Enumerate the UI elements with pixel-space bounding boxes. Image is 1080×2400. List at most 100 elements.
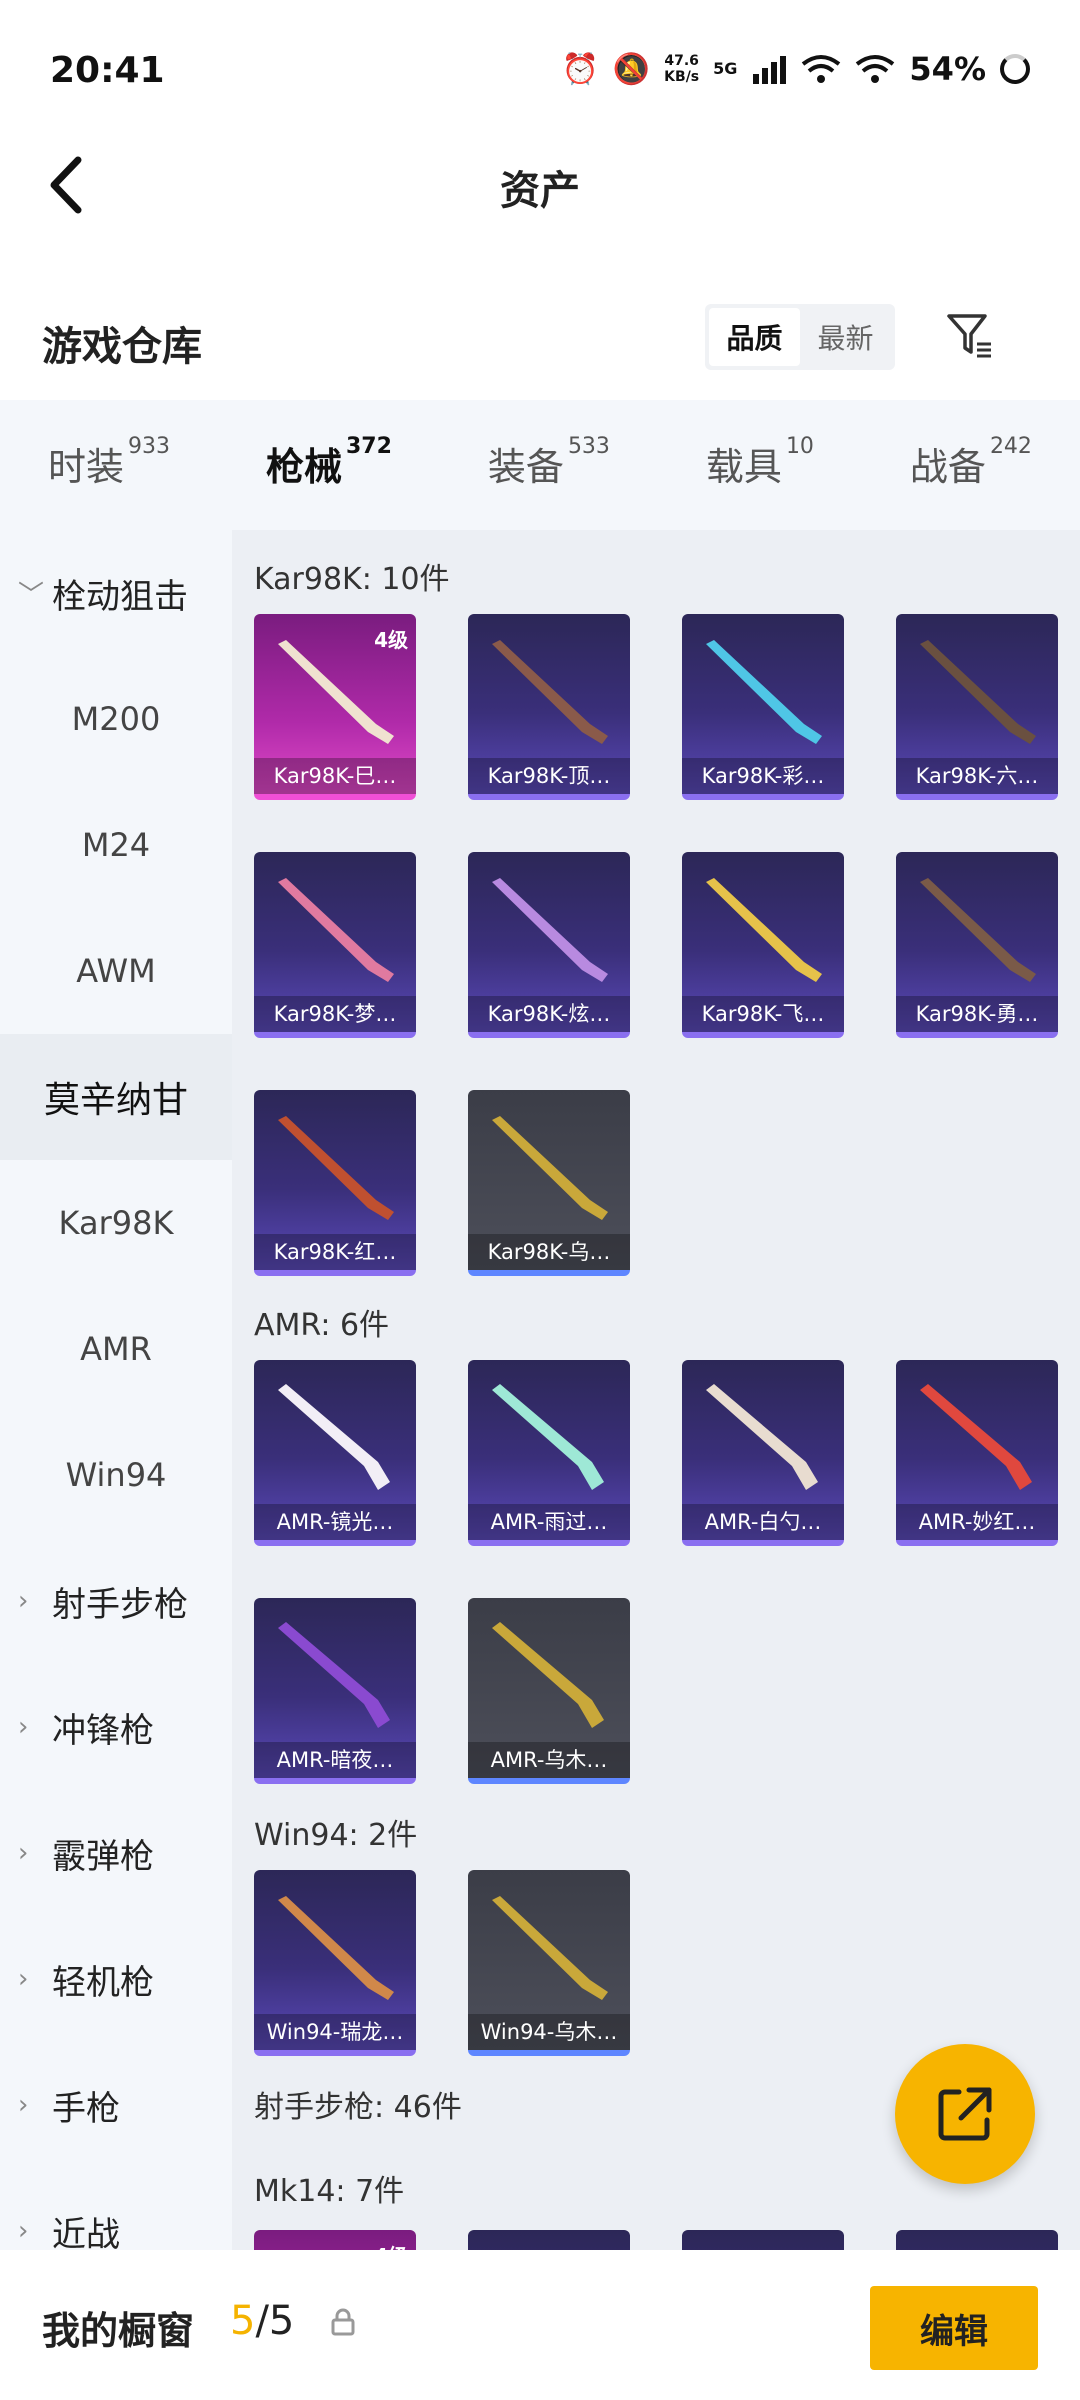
rifle-icon	[492, 878, 608, 982]
rifle-icon	[920, 640, 1036, 744]
sidebar-group-shotgun[interactable]: › 霰弹枪	[0, 1790, 232, 1916]
sidebar-item-amr[interactable]: AMR	[0, 1286, 232, 1412]
weapon-category-sidebar: ﹀ 栓动狙击 M200 M24 AWM 莫辛纳甘 Kar98K AMR Win94…	[0, 530, 232, 2250]
section-title-amr: AMR: 6件	[254, 1308, 390, 1343]
section-title-dmr: 射手步枪: 46件	[254, 2090, 462, 2125]
sidebar-group-bolt-action[interactable]: ﹀ 栓动狙击	[0, 530, 232, 656]
chevron-right-icon: ›	[18, 1838, 29, 1868]
edit-button[interactable]: 编辑	[870, 2286, 1038, 2370]
sidebar-group-smg[interactable]: › 冲锋枪	[0, 1664, 232, 1790]
rifle-icon	[278, 1896, 394, 2000]
rifle-icon	[920, 878, 1036, 982]
weapon-card[interactable]: Kar98K-梦…	[254, 852, 416, 1038]
showcase-label: 我的橱窗	[42, 2309, 195, 2353]
weapon-card[interactable]: 4级 Kar98K-巳…	[254, 614, 416, 800]
status-bar: 20:41 ⏰ 🔕 47.6 KB/s 5G 54%	[0, 0, 1080, 140]
mute-icon: 🔕	[612, 51, 651, 87]
rifle-icon	[278, 878, 394, 982]
chevron-right-icon: ›	[18, 2216, 29, 2246]
rifle-icon	[278, 1116, 394, 1220]
weapon-card[interactable]: 4级	[254, 2230, 416, 2250]
rifle-icon	[278, 640, 394, 744]
category-tabs: 时装 933 枪械 372 装备 533 载具 10 战备 242	[0, 400, 1080, 540]
sidebar-item-kar98k[interactable]: Kar98K	[0, 1160, 232, 1286]
screen: 20:41 ⏰ 🔕 47.6 KB/s 5G 54% 资产 游戏仓库 品质 最新	[0, 0, 1080, 2400]
weapon-card[interactable]	[896, 2230, 1058, 2250]
weapon-card[interactable]: Kar98K-勇…	[896, 852, 1058, 1038]
weapon-card[interactable]: Win94-乌木…	[468, 1870, 630, 2056]
tab-supplies[interactable]: 战备 242	[910, 434, 1032, 491]
weapon-card[interactable]	[468, 2230, 630, 2250]
lock-icon	[331, 2308, 355, 2336]
rifle-icon	[920, 1384, 1032, 1490]
share-fab[interactable]	[895, 2044, 1035, 2184]
weapon-card[interactable]	[682, 2230, 844, 2250]
rifle-icon	[492, 1896, 608, 2000]
section-title-kar98k: Kar98K: 10件	[254, 562, 450, 597]
weapon-grid: Kar98K: 10件 4级 Kar98K-巳… Kar98K-顶… Kar98K…	[232, 530, 1080, 2250]
sort-newest-button[interactable]: 最新	[800, 308, 891, 366]
sidebar-group-melee[interactable]: › 近战	[0, 2168, 232, 2251]
signal-icon	[753, 56, 787, 84]
rifle-icon	[492, 1384, 604, 1490]
weapon-card[interactable]: AMR-乌木…	[468, 1598, 630, 1784]
sidebar-item-mosin[interactable]: 莫辛纳甘	[0, 1034, 232, 1160]
alarm-icon: ⏰	[561, 51, 599, 87]
tab-firearms[interactable]: 枪械 372	[266, 434, 392, 540]
weapon-card[interactable]: AMR-雨过…	[468, 1360, 630, 1546]
tab-vehicles[interactable]: 载具 10	[706, 434, 814, 491]
weapon-card[interactable]: Kar98K-彩…	[682, 614, 844, 800]
section-title-mk14: Mk14: 7件	[254, 2174, 405, 2209]
sidebar-item-awm[interactable]: AWM	[0, 908, 232, 1034]
app-header: 资产	[0, 140, 1080, 230]
battery-icon	[1000, 54, 1030, 84]
weapon-card[interactable]: Win94-瑞龙…	[254, 1870, 416, 2056]
weapon-card[interactable]: AMR-妙红…	[896, 1360, 1058, 1546]
wifi-icon	[802, 55, 841, 83]
sidebar-item-win94[interactable]: Win94	[0, 1412, 232, 1538]
chevron-right-icon: ›	[18, 1712, 29, 1742]
section-title-win94: Win94: 2件	[254, 1818, 418, 1853]
weapon-card[interactable]: Kar98K-红…	[254, 1090, 416, 1276]
weapon-card[interactable]: Kar98K-炫…	[468, 852, 630, 1038]
sidebar-item-m24[interactable]: M24	[0, 782, 232, 908]
sort-toggle: 品质 最新	[705, 304, 895, 370]
rifle-icon	[492, 1622, 604, 1728]
network-speed: 47.6 KB/s	[664, 53, 700, 85]
tab-equipment[interactable]: 装备 533	[488, 434, 610, 491]
sidebar-group-lmg[interactable]: › 轻机枪	[0, 1916, 232, 2042]
weapon-card[interactable]: Kar98K-乌…	[468, 1090, 630, 1276]
warehouse-row: 游戏仓库 品质 最新	[0, 300, 1080, 380]
weapon-card[interactable]: Kar98K-顶…	[468, 614, 630, 800]
external-link-icon	[938, 2087, 992, 2141]
rifle-icon	[492, 640, 608, 744]
rifle-icon	[278, 1384, 390, 1490]
status-time: 20:41	[50, 50, 165, 91]
wifi-icon-2	[856, 55, 895, 83]
weapon-card[interactable]: AMR-镜光…	[254, 1360, 416, 1546]
rifle-icon	[278, 1622, 390, 1728]
showcase-bar: 我的橱窗 5/5 编辑	[0, 2250, 1080, 2400]
status-icons: ⏰ 🔕 47.6 KB/s 5G 54%	[561, 50, 1030, 88]
sort-quality-button[interactable]: 品质	[709, 308, 800, 366]
sidebar-group-dmr[interactable]: › 射手步枪	[0, 1538, 232, 1664]
chevron-right-icon: ›	[18, 1586, 29, 1616]
sidebar-group-pistol[interactable]: › 手枪	[0, 2042, 232, 2168]
chevron-right-icon: ›	[18, 1964, 29, 1994]
showcase-count: 5/5	[230, 2298, 295, 2344]
chevron-down-icon: ﹀	[18, 580, 45, 611]
rifle-icon	[706, 640, 822, 744]
sidebar-item-m200[interactable]: M200	[0, 656, 232, 782]
weapon-card[interactable]: Kar98K-六…	[896, 614, 1058, 800]
weapon-card[interactable]: Kar98K-飞…	[682, 852, 844, 1038]
tab-fashion[interactable]: 时装 933	[48, 434, 170, 491]
weapon-card[interactable]: AMR-白勺…	[682, 1360, 844, 1546]
rifle-icon	[706, 1384, 818, 1490]
page-title: 资产	[500, 168, 580, 214]
battery-percent: 54%	[909, 50, 986, 88]
chevron-right-icon: ›	[18, 2090, 29, 2120]
signal-5g-icon: 5G	[713, 59, 738, 78]
weapon-card[interactable]: AMR-暗夜…	[254, 1598, 416, 1784]
rifle-icon	[706, 878, 822, 982]
filter-icon[interactable]	[945, 310, 995, 360]
